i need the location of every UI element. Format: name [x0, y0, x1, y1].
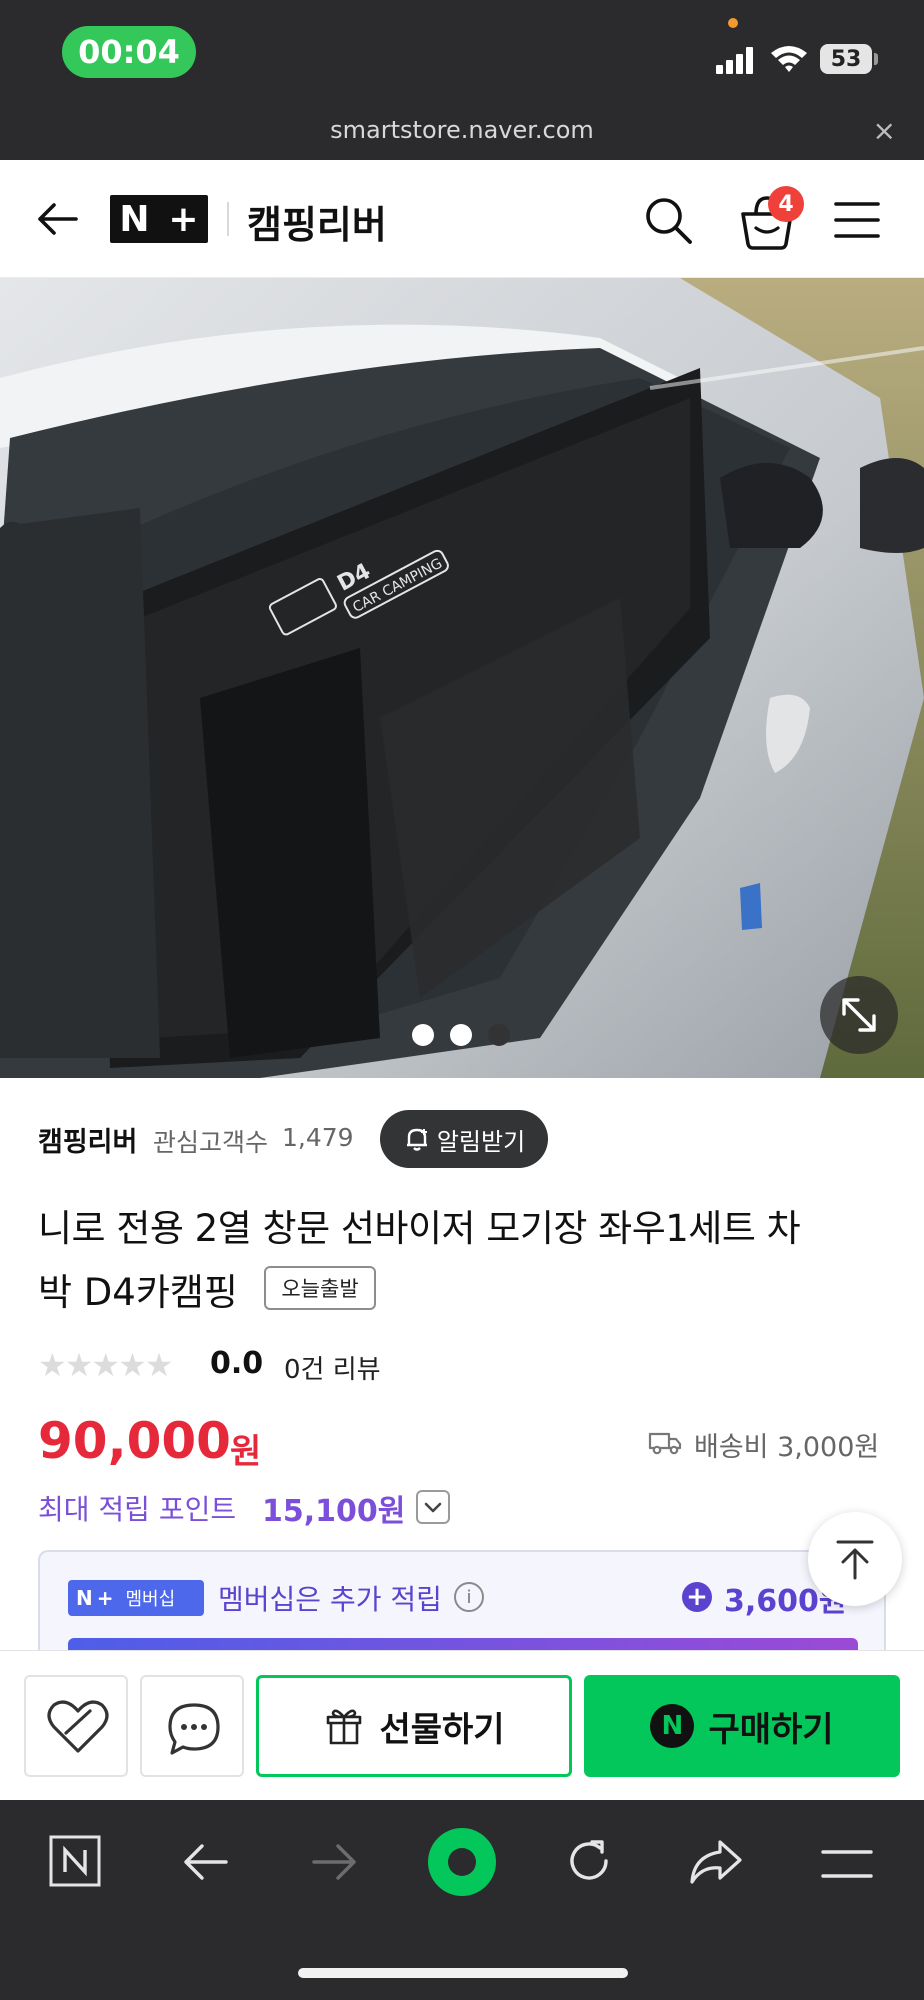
- battery-tip: [874, 53, 878, 65]
- naver-home-icon[interactable]: [48, 1834, 102, 1888]
- buy-button[interactable]: N 구매하기: [584, 1675, 900, 1777]
- chat-bubble-icon: [168, 1703, 220, 1755]
- gallery-dot-1[interactable]: [412, 1024, 434, 1046]
- wishlist-button[interactable]: [24, 1675, 128, 1777]
- forward-arrow-icon[interactable]: [308, 1838, 360, 1886]
- gift-label: 선물하기: [379, 1709, 505, 1750]
- status-bar: 00:04 53: [0, 0, 924, 110]
- purchase-action-bar: 선물하기 N 구매하기: [0, 1650, 924, 1800]
- price-unit: 원: [230, 1432, 262, 1472]
- reload-icon[interactable]: [562, 1834, 616, 1888]
- logo-plus: +: [168, 198, 199, 240]
- price: 90,000: [38, 1412, 231, 1470]
- delivery-truck-icon: [648, 1432, 682, 1455]
- shipping-fee: 배송비 3,000원: [694, 1432, 880, 1463]
- membership-logo: N+: [76, 1586, 118, 1610]
- notify-label: 알림받기: [436, 1127, 526, 1156]
- product-photo: D4 CAR CAMPING: [0, 278, 924, 1078]
- product-title-line-1: 니로 전용 2열 창문 선바이저 모기장 좌우1세트 차: [38, 1207, 801, 1250]
- back-arrow-icon[interactable]: [180, 1838, 232, 1886]
- followers-count: 1,479: [282, 1123, 354, 1152]
- naver-pay-icon: N: [650, 1704, 695, 1748]
- share-icon[interactable]: [688, 1836, 744, 1888]
- store-name[interactable]: 캠핑리버: [247, 194, 387, 249]
- naver-plus-membership-badge: N+ 멤버십: [68, 1580, 204, 1616]
- battery-indicator: 53: [820, 44, 872, 74]
- plus-icon: +: [682, 1582, 712, 1612]
- home-indicator: [298, 1968, 628, 1978]
- close-icon[interactable]: ×: [873, 114, 896, 147]
- browser-url-bar[interactable]: smartstore.naver.com ×: [0, 110, 924, 160]
- recording-indicator-dot: [728, 18, 738, 28]
- rating-score: 0.0: [210, 1346, 264, 1381]
- gallery-dot-3[interactable]: [488, 1024, 510, 1046]
- membership-badge-label: 멤버십: [125, 1589, 176, 1610]
- buy-label: 구매하기: [708, 1709, 834, 1750]
- rating-stars: ★★★★★: [38, 1346, 173, 1384]
- bell-icon: [406, 1128, 427, 1151]
- max-points-label: 최대 적립 포인트: [38, 1493, 237, 1526]
- seller-name[interactable]: 캠핑리버: [38, 1120, 137, 1159]
- back-arrow-icon[interactable]: [32, 194, 82, 244]
- logo-n: N: [119, 198, 150, 240]
- gift-button[interactable]: 선물하기: [256, 1675, 572, 1777]
- scroll-to-top-button[interactable]: [808, 1512, 902, 1606]
- membership-cta-bar[interactable]: [68, 1638, 858, 1650]
- naver-plus-logo[interactable]: N +: [110, 195, 208, 243]
- menu-icon[interactable]: [820, 1844, 874, 1884]
- menu-icon[interactable]: [832, 196, 882, 244]
- gift-icon: [327, 1709, 362, 1745]
- membership-text: 멤버십은 추가 적립: [218, 1583, 442, 1616]
- chevron-down-icon[interactable]: [416, 1490, 450, 1524]
- cellular-signal-icon: [716, 46, 756, 74]
- wifi-icon: [771, 46, 807, 72]
- today-shipping-badge: 오늘출발: [264, 1266, 376, 1310]
- url-text[interactable]: smartstore.naver.com: [0, 116, 924, 144]
- talk-button[interactable]: [140, 1675, 244, 1777]
- gallery-dot-2[interactable]: [450, 1024, 472, 1046]
- membership-benefit-box[interactable]: N+ 멤버십 멤버십은 추가 적립 i + 3,600원: [38, 1550, 886, 1650]
- followers-label: 관심고객수: [153, 1128, 269, 1157]
- product-title-line-2: 박 D4카캠핑: [38, 1271, 238, 1314]
- heart-icon: [47, 1700, 109, 1753]
- review-count-link[interactable]: 0건 리뷰: [284, 1349, 381, 1386]
- search-icon[interactable]: [640, 192, 696, 248]
- notify-button[interactable]: 알림받기: [380, 1110, 548, 1168]
- max-points-value: 15,100원: [262, 1494, 406, 1529]
- expand-icon[interactable]: [820, 976, 898, 1054]
- info-icon[interactable]: i: [454, 1582, 484, 1612]
- product-image[interactable]: D4 CAR CAMPING: [0, 278, 924, 1078]
- logo-divider: [227, 202, 229, 236]
- status-time: 00:04: [62, 26, 196, 78]
- cart-count-badge: 4: [768, 186, 804, 222]
- green-dot-icon[interactable]: [426, 1826, 498, 1898]
